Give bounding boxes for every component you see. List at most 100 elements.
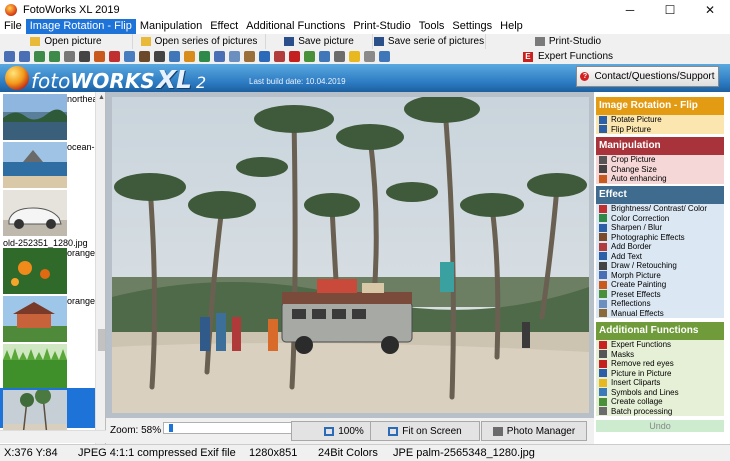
thumbnail-northea[interactable]: [3, 94, 67, 140]
thumbnail-orange-flower[interactable]: [3, 248, 67, 294]
menu-additional-functions[interactable]: Additional Functions: [242, 19, 349, 34]
thumbnail-ocean[interactable]: [3, 142, 67, 188]
undo-button[interactable]: Undo: [596, 420, 724, 432]
menu-tools[interactable]: Tools: [415, 19, 449, 34]
redo-icon[interactable]: [49, 51, 60, 62]
image-canvas[interactable]: [106, 92, 594, 418]
effects-icon[interactable]: [259, 51, 270, 62]
scissors-icon[interactable]: [154, 51, 165, 62]
preset-icon[interactable]: [229, 51, 240, 62]
brush-icon[interactable]: [139, 51, 150, 62]
maximize-button[interactable]: ☐: [650, 0, 690, 19]
function-photographic-effects[interactable]: Photographic Effects: [596, 233, 724, 243]
magic-wand-icon[interactable]: [94, 51, 105, 62]
thumbnail-orange-house[interactable]: [3, 296, 67, 342]
function-reflections[interactable]: Reflections: [596, 299, 724, 309]
thumbnail-scrollbar[interactable]: ▲ ▼: [95, 92, 105, 444]
reflection-icon[interactable]: [244, 51, 255, 62]
text-icon[interactable]: [169, 51, 180, 62]
function-flip-picture[interactable]: Flip Picture: [596, 125, 724, 135]
function-create-painting[interactable]: Create Painting: [596, 280, 724, 290]
function-add-text[interactable]: Add Text: [596, 252, 724, 262]
frame-icon[interactable]: [274, 51, 285, 62]
menu-image-rotation[interactable]: Image Rotation - Flip: [25, 19, 136, 34]
zoom-slider-handle[interactable]: [169, 424, 173, 432]
function-add-border[interactable]: Add Border: [596, 242, 724, 252]
section-header[interactable]: Effect: [596, 186, 724, 204]
menu-settings[interactable]: Settings: [448, 19, 496, 34]
expert-icon: [599, 340, 607, 349]
function-expert-functions[interactable]: Expert Functions: [596, 340, 724, 350]
pen-icon[interactable]: [184, 51, 195, 62]
function-symbols-lines[interactable]: Symbols and Lines: [596, 388, 724, 398]
function-preset-effects[interactable]: Preset Effects: [596, 290, 724, 300]
function-morph-picture[interactable]: Morph Picture: [596, 271, 724, 281]
collage-icon[interactable]: [319, 51, 330, 62]
preset-icon: [599, 290, 607, 299]
star-icon[interactable]: [349, 51, 360, 62]
function-color-correction[interactable]: Color Correction: [596, 214, 724, 224]
layers-icon[interactable]: [124, 51, 135, 62]
batch-icon[interactable]: [334, 51, 345, 62]
thumbnail-horizontal-scrollbar[interactable]: [0, 430, 106, 443]
folder-icon: [140, 37, 151, 46]
thumbnail-old-car[interactable]: [3, 190, 67, 236]
rotate-left-icon[interactable]: [4, 51, 15, 62]
refresh-icon[interactable]: [34, 51, 45, 62]
section-header[interactable]: Additional Functions: [596, 322, 724, 340]
save-series-button[interactable]: Save serie of pictures: [373, 34, 486, 49]
menu-manipulation[interactable]: Manipulation: [136, 19, 206, 34]
painting-icon[interactable]: [214, 51, 225, 62]
morph-icon[interactable]: [199, 51, 210, 62]
menu-effect[interactable]: Effect: [206, 19, 242, 34]
function-crop-picture[interactable]: Crop Picture: [596, 155, 724, 165]
function-manual-effects[interactable]: Manual Effects: [596, 309, 724, 319]
picture-in-picture-icon[interactable]: [304, 51, 315, 62]
function-batch-processing[interactable]: Batch processing: [596, 407, 724, 417]
function-brightness[interactable]: Brightness/ Contrast/ Color: [596, 204, 724, 214]
photo-manager-button[interactable]: Photo Manager: [481, 421, 587, 441]
color-icon[interactable]: [109, 51, 120, 62]
open-picture-button[interactable]: Open picture: [0, 34, 133, 49]
function-change-size[interactable]: Change Size: [596, 165, 724, 175]
scroll-up-arrow-icon[interactable]: ▲: [96, 92, 105, 103]
manual-effects-icon: [599, 309, 607, 318]
section-additional-functions: Additional Functions Expert Functions Ma…: [596, 322, 724, 416]
function-remove-red-eyes[interactable]: Remove red eyes: [596, 359, 724, 369]
thumbnail-label: orange-: [67, 248, 99, 258]
function-insert-cliparts[interactable]: Insert Cliparts: [596, 378, 724, 388]
print-studio-button[interactable]: Print-Studio: [486, 34, 650, 49]
expert-functions-button[interactable]: E Expert Functions: [486, 49, 650, 64]
function-draw-retouching[interactable]: Draw / Retouching: [596, 261, 724, 271]
crop-icon[interactable]: [64, 51, 75, 62]
fit-on-screen-button[interactable]: Fit on Screen: [370, 421, 480, 441]
section-header[interactable]: Image Rotation - Flip: [596, 97, 724, 115]
minimize-button[interactable]: ─: [610, 0, 650, 19]
save-picture-button[interactable]: Save picture: [266, 34, 373, 49]
function-create-collage[interactable]: Create collage: [596, 397, 724, 407]
function-auto-enhancing[interactable]: Auto enhancing: [596, 174, 724, 184]
open-series-button[interactable]: Open series of pictures: [133, 34, 266, 49]
resize-icon[interactable]: [79, 51, 90, 62]
thumbnail-grass[interactable]: [3, 344, 67, 390]
menu-file[interactable]: File: [0, 19, 26, 34]
section-header[interactable]: Manipulation: [596, 137, 724, 155]
function-sharpen-blur[interactable]: Sharpen / Blur: [596, 223, 724, 233]
function-masks[interactable]: Masks: [596, 350, 724, 360]
scrollbar-thumb[interactable]: [98, 329, 105, 351]
close-button[interactable]: ✕: [690, 0, 730, 19]
contact-support-button[interactable]: ? Contact/Questions/Support: [576, 66, 719, 87]
settings-icon[interactable]: [379, 51, 390, 62]
menu-print-studio[interactable]: Print-Studio: [349, 19, 414, 34]
window-title: FotoWorks XL 2019: [23, 3, 120, 16]
menu-help[interactable]: Help: [496, 19, 527, 34]
function-rotate-picture[interactable]: Rotate Picture: [596, 115, 724, 125]
red-eye-icon[interactable]: [289, 51, 300, 62]
morph-icon: [599, 271, 607, 280]
thumbnail-label: old-252351_1280.jpg: [3, 238, 88, 248]
mask-icon[interactable]: [364, 51, 375, 62]
function-picture-in-picture[interactable]: Picture in Picture: [596, 369, 724, 379]
open-series-label: Open series of pictures: [154, 36, 258, 47]
main-photo-palm-beach[interactable]: [112, 97, 589, 413]
rotate-right-icon[interactable]: [19, 51, 30, 62]
